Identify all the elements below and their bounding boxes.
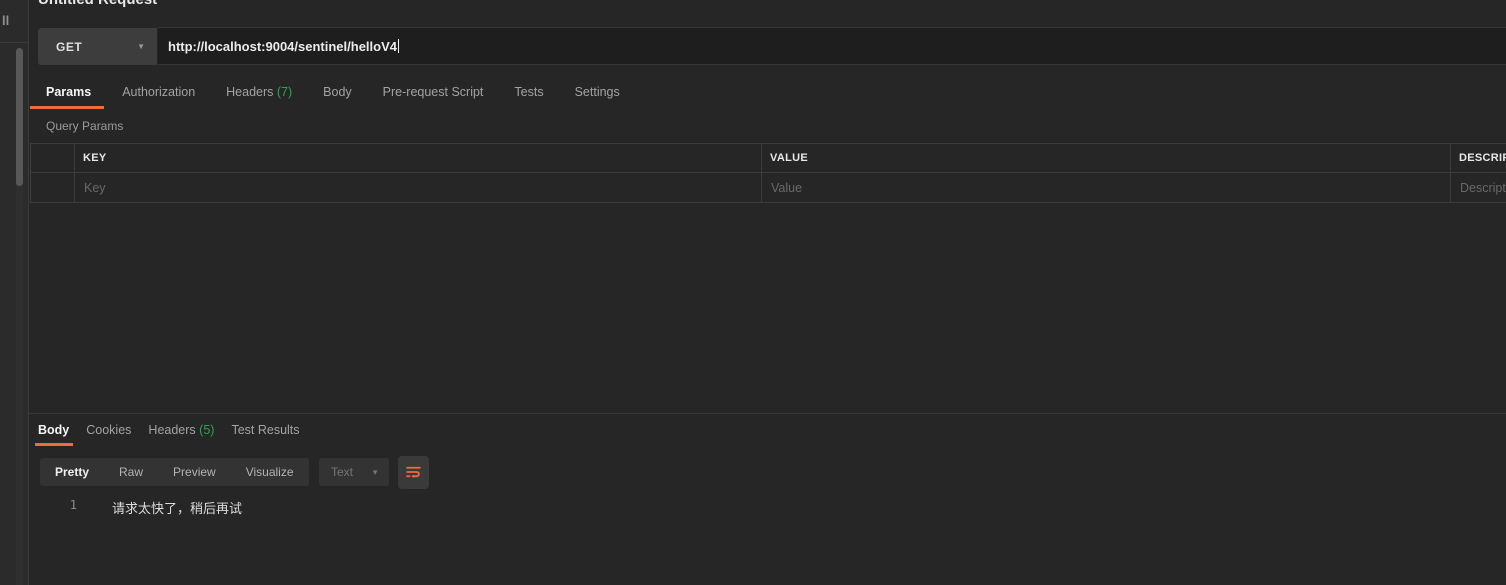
method-dropdown[interactable]: GET ▼ — [38, 28, 157, 65]
view-visualize-button[interactable]: Visualize — [231, 458, 309, 486]
tab-body[interactable]: Body — [323, 85, 352, 99]
query-params-table: KEY VALUE DESCRIPTION — [30, 143, 1506, 203]
sidebar-divider — [0, 42, 28, 43]
response-tab-cookies[interactable]: Cookies — [86, 423, 131, 437]
value-input[interactable] — [762, 173, 1450, 202]
request-title: Untitled Request — [38, 0, 157, 8]
key-column-header: KEY — [74, 144, 761, 172]
description-column-header: DESCRIPTION — [1450, 144, 1506, 172]
response-tab-body[interactable]: Body — [38, 423, 69, 437]
scrollbar-thumb[interactable] — [16, 48, 23, 186]
text-caret — [398, 39, 399, 53]
value-column-header: VALUE — [761, 144, 1450, 172]
response-view-switcher: Pretty Raw Preview Visualize — [40, 458, 309, 486]
view-preview-button[interactable]: Preview — [158, 458, 231, 486]
table-header-row: KEY VALUE DESCRIPTION — [31, 143, 1506, 173]
description-cell — [1450, 173, 1506, 202]
format-dropdown[interactable]: Text ▼ — [319, 458, 389, 486]
method-label: GET — [56, 40, 82, 54]
tab-settings[interactable]: Settings — [575, 85, 620, 99]
response-headers-count-badge: (5) — [199, 423, 214, 437]
tab-authorization[interactable]: Authorization — [122, 85, 195, 99]
table-row — [31, 173, 1506, 203]
chevron-down-icon: ▼ — [371, 468, 379, 477]
response-active-tab-underline — [35, 443, 73, 446]
value-cell — [761, 173, 1450, 202]
line-number: 1 — [63, 498, 77, 512]
wrap-lines-icon — [405, 464, 422, 481]
key-cell — [74, 173, 761, 202]
url-input[interactable]: http://localhost:9004/sentinel/helloV4 — [158, 27, 1506, 65]
format-dropdown-value: Text — [331, 465, 353, 479]
row-handle-column — [31, 144, 74, 172]
response-tabs: Body Cookies Headers (5) Test Results — [38, 423, 300, 437]
active-tab-underline — [30, 106, 104, 109]
url-text: http://localhost:9004/sentinel/helloV4 — [168, 39, 397, 54]
row-handle-cell — [31, 173, 74, 202]
response-body-line: 1 请求太快了，稍后再试 — [0, 498, 1506, 516]
tab-headers[interactable]: Headers (7) — [226, 85, 292, 99]
key-input[interactable] — [75, 173, 761, 202]
tab-pre-request-script[interactable]: Pre-request Script — [383, 85, 484, 99]
sidebar-clipped-label: ll — [2, 13, 9, 28]
view-raw-button[interactable]: Raw — [104, 458, 158, 486]
response-section-divider — [29, 413, 1506, 414]
wrap-lines-button[interactable] — [398, 456, 429, 489]
query-params-label: Query Params — [46, 119, 123, 133]
chevron-down-icon: ▼ — [137, 42, 145, 51]
response-tab-test-results[interactable]: Test Results — [231, 423, 299, 437]
tab-params[interactable]: Params — [46, 85, 91, 99]
request-tabs: Params Authorization Headers (7) Body Pr… — [46, 85, 620, 99]
headers-count-badge: (7) — [277, 85, 292, 99]
tab-tests[interactable]: Tests — [514, 85, 543, 99]
view-pretty-button[interactable]: Pretty — [40, 458, 104, 486]
description-input[interactable] — [1451, 173, 1506, 202]
response-tab-headers[interactable]: Headers (5) — [148, 423, 214, 437]
response-body-text: 请求太快了，稍后再试 — [112, 498, 242, 517]
